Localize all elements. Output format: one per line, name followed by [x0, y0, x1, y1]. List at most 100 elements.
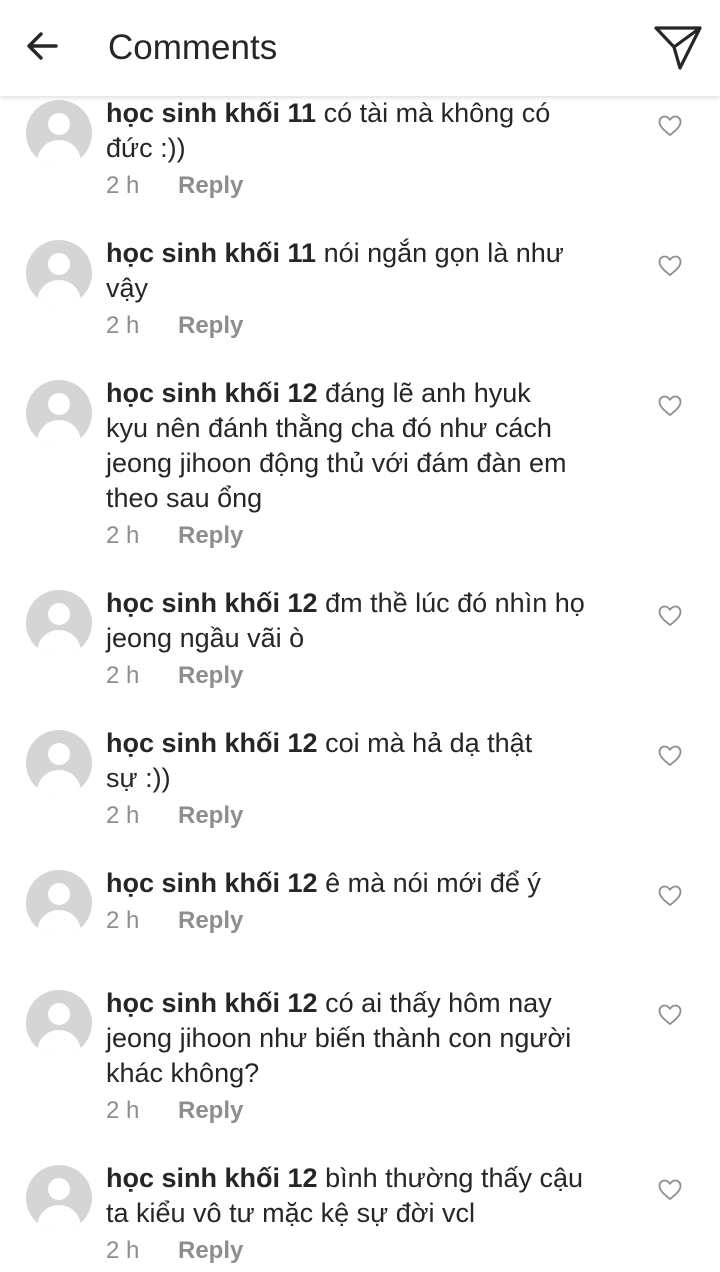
like-heart-icon[interactable] [658, 1004, 682, 1026]
comment-meta: 2 h Reply [106, 521, 626, 551]
comment-line: học sinh khối 12 đáng lẽ anh hyuk [106, 376, 626, 411]
avatar[interactable] [26, 590, 92, 656]
comment-line: học sinh khối 12 bình thường thấy cậu [106, 1161, 626, 1196]
comment-username[interactable]: học sinh khối 12 [106, 728, 318, 758]
comment-meta: 2 h Reply [106, 801, 626, 831]
avatar-shoulders-shape [37, 140, 81, 166]
comment-line: đức :)) [106, 131, 626, 166]
avatar-shoulders-shape [37, 1205, 81, 1231]
comment-username[interactable]: học sinh khối 12 [106, 378, 318, 408]
comment-text: jeong jihoon động thủ với đám đàn em [106, 448, 567, 478]
comment-username[interactable]: học sinh khối 11 [106, 238, 316, 268]
comment-line: học sinh khối 12 có ai thấy hôm nay [106, 986, 626, 1021]
reply-button[interactable]: Reply [178, 907, 243, 934]
comment-line: jeong ngầu vãi ò [106, 621, 626, 656]
avatar[interactable] [26, 1165, 92, 1231]
comment-text: theo sau ổng [106, 483, 263, 513]
avatar-head-shape [48, 1003, 70, 1025]
comment-meta: 2 h Reply [106, 661, 626, 691]
comment-line: jeong jihoon động thủ với đám đàn em [106, 446, 626, 481]
reply-button[interactable]: Reply [178, 522, 243, 549]
comment-timestamp: 2 h [106, 312, 140, 339]
comment-timestamp: 2 h [106, 1237, 140, 1264]
comment-timestamp: 2 h [106, 1097, 140, 1124]
comment-text: đáng lẽ anh hyuk [325, 378, 531, 408]
like-heart-icon[interactable] [658, 1179, 682, 1201]
comment-text: có tài mà không có [323, 98, 551, 128]
comment-username[interactable]: học sinh khối 11 [106, 98, 316, 128]
comment-username[interactable]: học sinh khối 12 [106, 988, 318, 1018]
comment-body: học sinh khối 12 đáng lẽ anh hyuk kyu nên… [106, 376, 626, 551]
comment-text: nói ngắn gọn là như [323, 238, 564, 268]
comment-text: jeong ngầu vãi ò [106, 623, 305, 653]
comment-text: đm thề lúc đó nhìn họ [325, 588, 585, 618]
comment-username[interactable]: học sinh khối 12 [106, 1163, 318, 1193]
comment-timestamp: 2 h [106, 802, 140, 829]
avatar-shoulders-shape [37, 630, 81, 656]
share-button[interactable] [650, 20, 706, 76]
comment-text: bình thường thấy cậu [325, 1163, 584, 1193]
avatar[interactable] [26, 870, 92, 936]
avatar[interactable] [26, 100, 92, 166]
comment-meta: 2 h Reply [106, 171, 626, 201]
avatar-head-shape [48, 393, 70, 415]
reply-button[interactable]: Reply [178, 662, 243, 689]
comment-timestamp: 2 h [106, 662, 140, 689]
comment-list[interactable]: học sinh khối 11 có tài mà không có đức :… [0, 96, 720, 1272]
like-heart-icon[interactable] [658, 395, 682, 417]
avatar-shoulders-shape [37, 770, 81, 796]
reply-button[interactable]: Reply [178, 312, 243, 339]
avatar-head-shape [48, 743, 70, 765]
avatar-shoulders-shape [37, 910, 81, 936]
comment-line: kyu nên đánh thằng cha đó như cách [106, 411, 626, 446]
comment-line: học sinh khối 11 nói ngắn gọn là như [106, 236, 626, 271]
comment-meta: 2 h Reply [106, 311, 626, 341]
avatar-head-shape [48, 253, 70, 275]
reply-button[interactable]: Reply [178, 802, 243, 829]
reply-button[interactable]: Reply [178, 172, 243, 199]
comment-line: jeong jihoon như biến thành con người [106, 1021, 626, 1056]
comment-username[interactable]: học sinh khối 12 [106, 868, 318, 898]
comment-body: học sinh khối 11 nói ngắn gọn là như vậy 2… [106, 236, 626, 341]
back-arrow-icon [27, 32, 58, 60]
avatar-shoulders-shape [37, 420, 81, 446]
comment-meta: 2 h Reply [106, 1236, 626, 1266]
comment-body: học sinh khối 12 coi mà hả dạ thật sự :))… [106, 726, 626, 831]
comment-body: học sinh khối 12 bình thường thấy cậu ta … [106, 1161, 626, 1266]
comment-line: ta kiểu vô tư mặc kệ sự đời vcl [106, 1196, 626, 1231]
avatar-shoulders-shape [37, 1030, 81, 1056]
page-title: Comments [108, 28, 278, 67]
comment-username[interactable]: học sinh khối 12 [106, 588, 318, 618]
like-heart-icon[interactable] [658, 115, 682, 137]
avatar[interactable] [26, 730, 92, 796]
comment-meta: 2 h Reply [106, 1096, 626, 1126]
comment-line: khác không? [106, 1056, 626, 1091]
like-heart-icon[interactable] [658, 745, 682, 767]
comment-text: kyu nên đánh thằng cha đó như cách [106, 413, 552, 443]
like-heart-icon[interactable] [658, 885, 682, 907]
avatar-head-shape [48, 603, 70, 625]
comment-line: học sinh khối 12 ê mà nói mới để ý [106, 866, 626, 901]
comment-body: học sinh khối 12 có ai thấy hôm nay jeong… [106, 986, 626, 1126]
avatar-head-shape [48, 113, 70, 135]
avatar[interactable] [26, 990, 92, 1056]
comment-text: khác không? [106, 1058, 260, 1088]
reply-button[interactable]: Reply [178, 1237, 243, 1264]
comment-line: học sinh khối 12 coi mà hả dạ thật [106, 726, 626, 761]
comment-timestamp: 2 h [106, 172, 140, 199]
back-button[interactable] [18, 22, 66, 70]
like-heart-icon[interactable] [658, 255, 682, 277]
comment-text: coi mà hả dạ thật [325, 728, 533, 758]
comment-text: ta kiểu vô tư mặc kệ sự đời vcl [106, 1198, 475, 1228]
comment-text: jeong jihoon như biến thành con người [106, 1023, 572, 1053]
comment-body: học sinh khối 12 đm thề lúc đó nhìn họ je… [106, 586, 626, 691]
comment-text: đức :)) [106, 133, 186, 163]
reply-button[interactable]: Reply [178, 1097, 243, 1124]
avatar[interactable] [26, 380, 92, 446]
avatar-head-shape [48, 1178, 70, 1200]
comment-body: học sinh khối 12 ê mà nói mới để ý 2 h Rep… [106, 866, 626, 936]
comment-text: vậy [106, 273, 149, 303]
like-heart-icon[interactable] [658, 605, 682, 627]
avatar[interactable] [26, 240, 92, 306]
comment-text: ê mà nói mới để ý [325, 868, 541, 898]
